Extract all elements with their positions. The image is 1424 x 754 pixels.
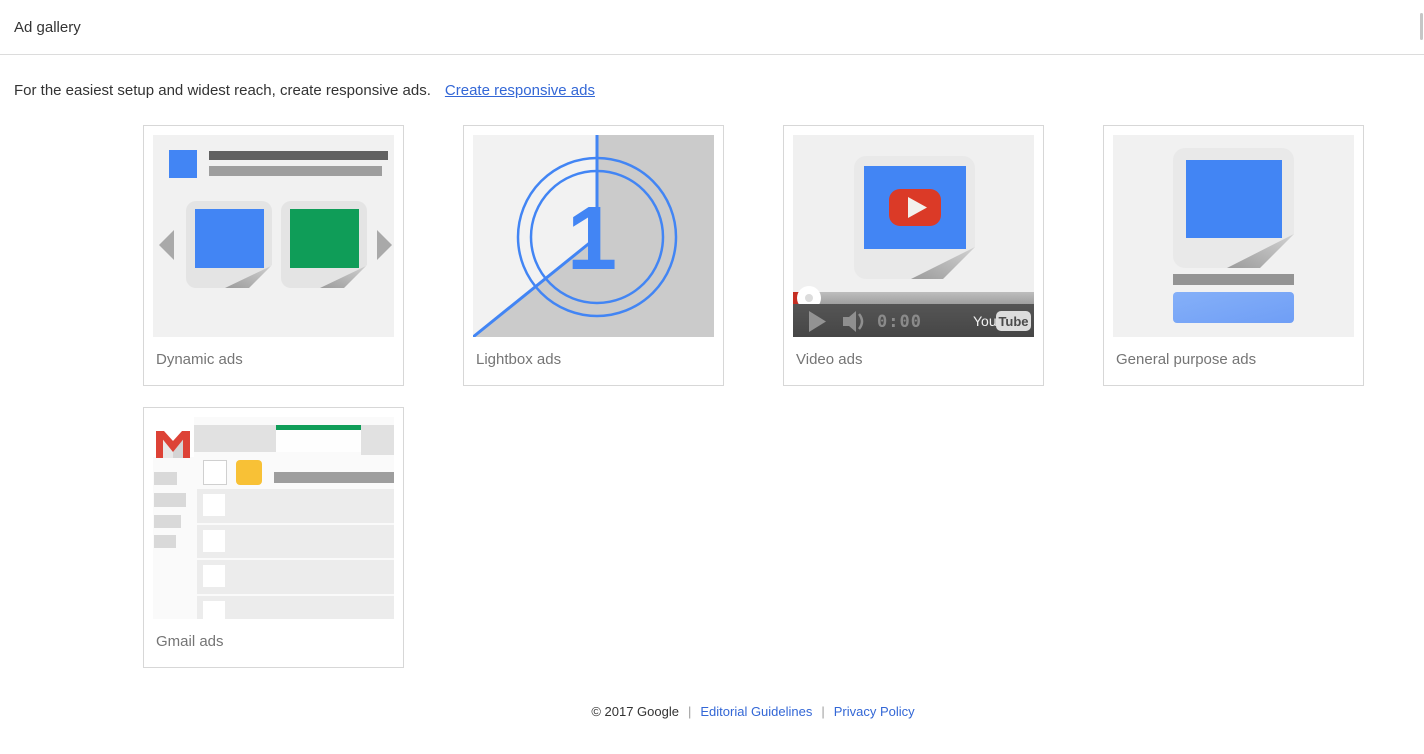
page-header: Ad gallery (0, 0, 1424, 55)
lightbox-ads-thumbnail: 1 (473, 135, 714, 337)
tab-active (276, 430, 361, 452)
video-ad-slide (854, 156, 976, 280)
checkbox (204, 461, 227, 485)
intro-text: For the easiest setup and widest reach, … (14, 82, 431, 99)
tab-inactive (194, 425, 276, 452)
youtube-logo-you: You (973, 313, 997, 329)
card-label: General purpose ads (1113, 337, 1354, 368)
cta-bar (1173, 292, 1294, 323)
ad-slide-blue (186, 201, 272, 289)
gmail-mail-list (197, 489, 394, 619)
scrollbar-thumb[interactable] (1420, 13, 1423, 40)
text-line-bar (1173, 274, 1294, 285)
ad-slide-green (281, 201, 367, 289)
subject-bar (274, 472, 394, 483)
intro-row: For the easiest setup and widest reach, … (0, 55, 1424, 99)
ad-gallery-grid: Dynamic ads 1 Lightbox ads (143, 125, 1424, 668)
ad-card-lightbox[interactable]: 1 Lightbox ads (463, 125, 724, 386)
card-label: Gmail ads (153, 619, 394, 650)
card-label: Lightbox ads (473, 337, 714, 368)
ad-card-dynamic[interactable]: Dynamic ads (143, 125, 404, 386)
video-ads-thumbnail: 0:00 You Tube (793, 135, 1034, 337)
page-footer: © 2017 Google | Editorial Guidelines | Priva… (0, 704, 1424, 745)
tab-inactive (361, 425, 394, 455)
privacy-policy-link[interactable]: Privacy Policy (834, 704, 915, 719)
video-time: 0:00 (877, 312, 922, 332)
ad-card-gmail[interactable]: Gmail ads (143, 407, 404, 668)
label-chip (236, 460, 262, 485)
ad-card-video[interactable]: 0:00 You Tube Video ads (783, 125, 1044, 386)
youtube-logo-tube: Tube (998, 314, 1028, 329)
subline-bar (209, 166, 382, 176)
copyright-text: © 2017 Google (591, 704, 679, 719)
youtube-logo: You Tube (973, 311, 1031, 331)
footer-separator: | (821, 704, 824, 719)
ad-gallery-page: Ad gallery For the easiest setup and wid… (0, 0, 1424, 754)
card-label: Video ads (793, 337, 1034, 368)
display-ad-slide (1173, 148, 1295, 269)
video-control-bar: 0:00 You Tube (793, 304, 1034, 337)
tab-active-indicator (276, 425, 361, 430)
countdown-number: 1 (567, 189, 617, 289)
gmail-ads-thumbnail (153, 417, 394, 619)
dynamic-ads-thumbnail (153, 135, 394, 337)
general-purpose-ads-thumbnail (1113, 135, 1354, 337)
editorial-guidelines-link[interactable]: Editorial Guidelines (700, 704, 812, 719)
ad-card-general-purpose[interactable]: General purpose ads (1103, 125, 1364, 386)
page-title: Ad gallery (14, 19, 81, 36)
youtube-play-icon (889, 189, 941, 226)
logo-square (169, 150, 197, 178)
create-responsive-ads-link[interactable]: Create responsive ads (445, 82, 595, 99)
gmail-tabs (194, 425, 394, 455)
footer-separator: | (688, 704, 691, 719)
headline-bar (209, 151, 388, 160)
card-label: Dynamic ads (153, 337, 394, 368)
